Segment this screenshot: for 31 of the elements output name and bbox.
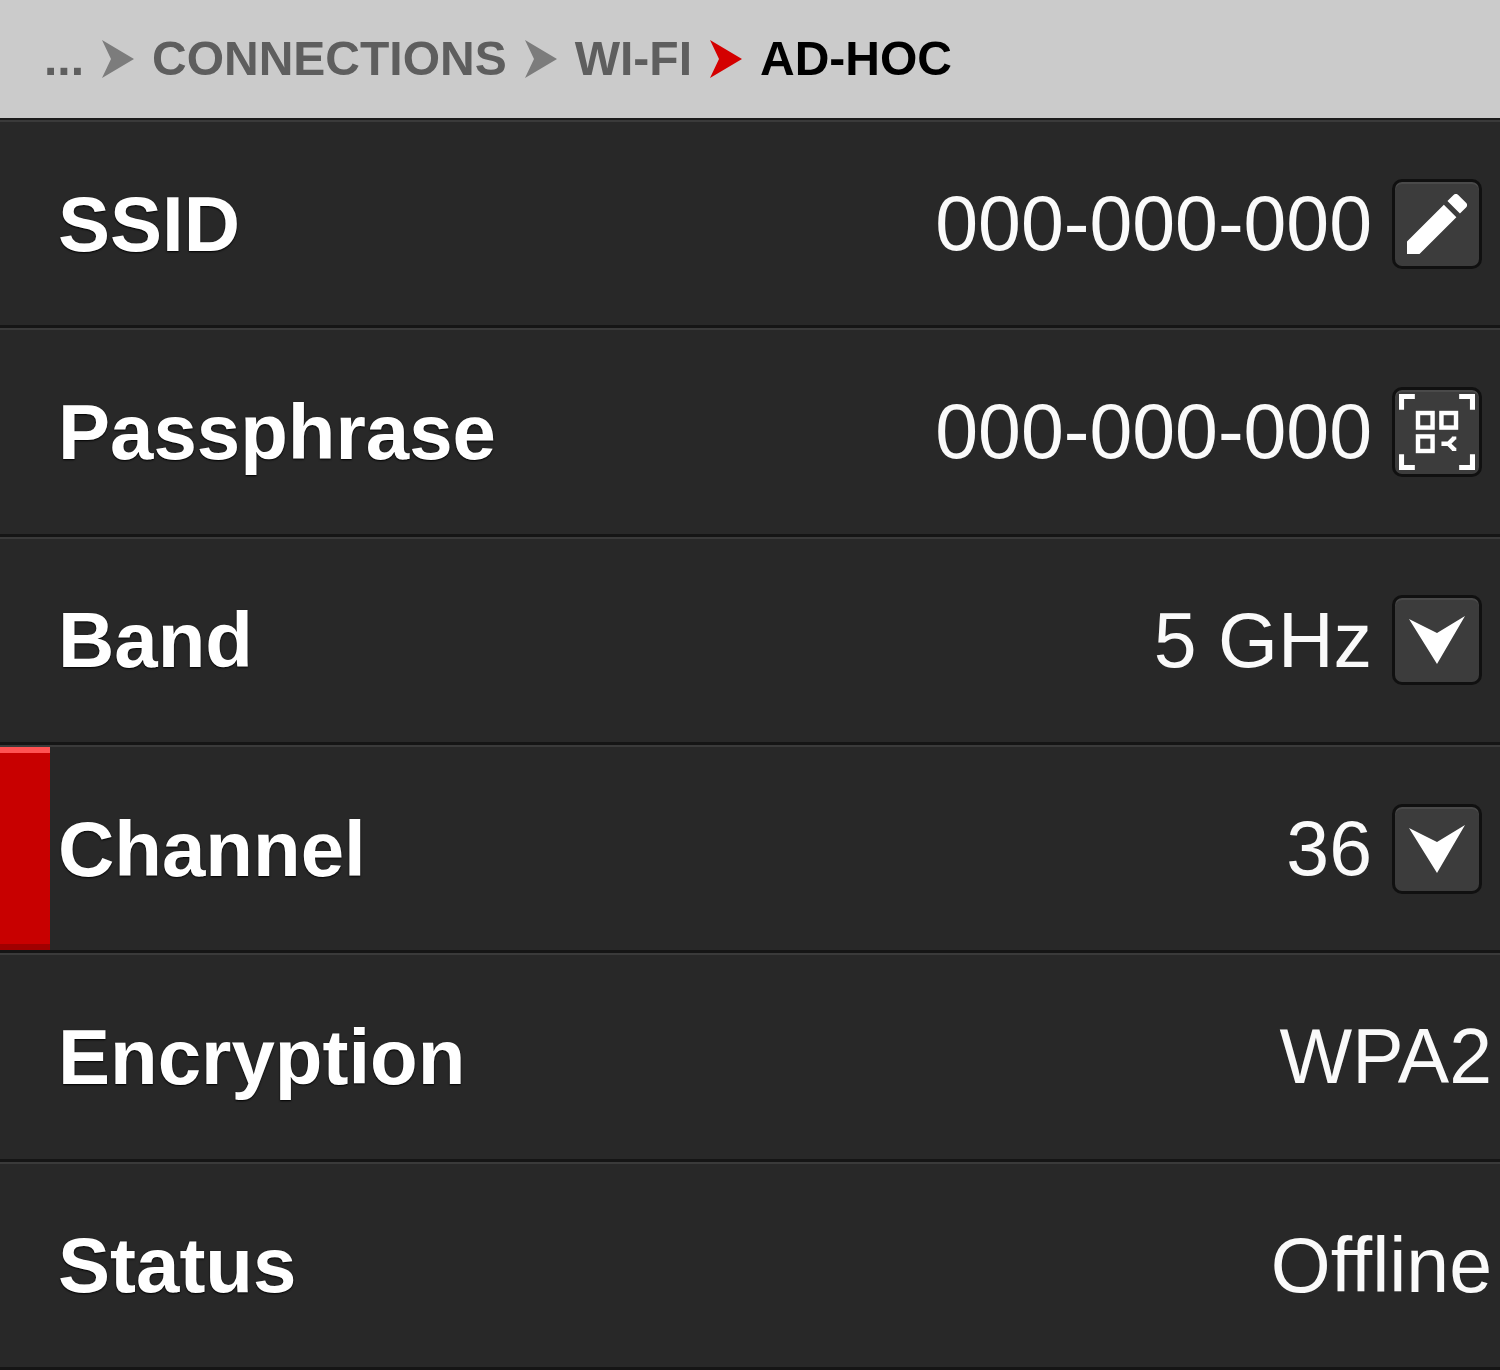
setting-label: Status xyxy=(58,1226,297,1305)
chevron-right-icon xyxy=(102,40,134,78)
chevron-right-icon xyxy=(524,40,557,78)
dropdown-button[interactable] xyxy=(1392,803,1482,894)
breadcrumb-link[interactable]: ... xyxy=(44,35,84,83)
pencil-icon xyxy=(1407,193,1467,254)
setting-value: 5 GHz xyxy=(1153,601,1372,679)
edit-button[interactable] xyxy=(1392,178,1482,269)
setting-value: 36 xyxy=(1286,810,1372,888)
setting-label: Channel xyxy=(58,809,366,888)
setting-row[interactable]: Encryption WPA2 xyxy=(0,953,1500,1162)
caret-down-icon xyxy=(1409,616,1465,665)
chevron-right-icon xyxy=(710,40,742,78)
setting-row[interactable]: Passphrase 000-000-000 xyxy=(0,328,1500,537)
breadcrumb-link[interactable]: CONNECTIONS xyxy=(152,35,507,83)
setting-label: SSID xyxy=(58,184,241,263)
setting-row[interactable]: Band 5 GHz xyxy=(0,536,1500,745)
setting-label: Band xyxy=(58,601,253,680)
setting-value: 000-000-000 xyxy=(935,185,1372,263)
setting-row[interactable]: SSID 000-000-000 xyxy=(0,120,1500,329)
dropdown-button[interactable] xyxy=(1392,595,1482,686)
setting-row[interactable]: Status Offline xyxy=(0,1161,1500,1370)
setting-row[interactable]: Channel 36 xyxy=(0,745,1500,954)
setting-value: WPA2 xyxy=(1279,1018,1492,1096)
caret-down-icon xyxy=(1409,824,1465,873)
qr-code-icon xyxy=(1399,394,1475,470)
breadcrumb-current: AD-HOC xyxy=(760,35,952,83)
setting-value: 000-000-000 xyxy=(935,393,1372,471)
scan-button[interactable] xyxy=(1392,387,1482,477)
setting-value: Offline xyxy=(1270,1226,1492,1304)
breadcrumb-link[interactable]: WI-FI xyxy=(574,35,692,83)
